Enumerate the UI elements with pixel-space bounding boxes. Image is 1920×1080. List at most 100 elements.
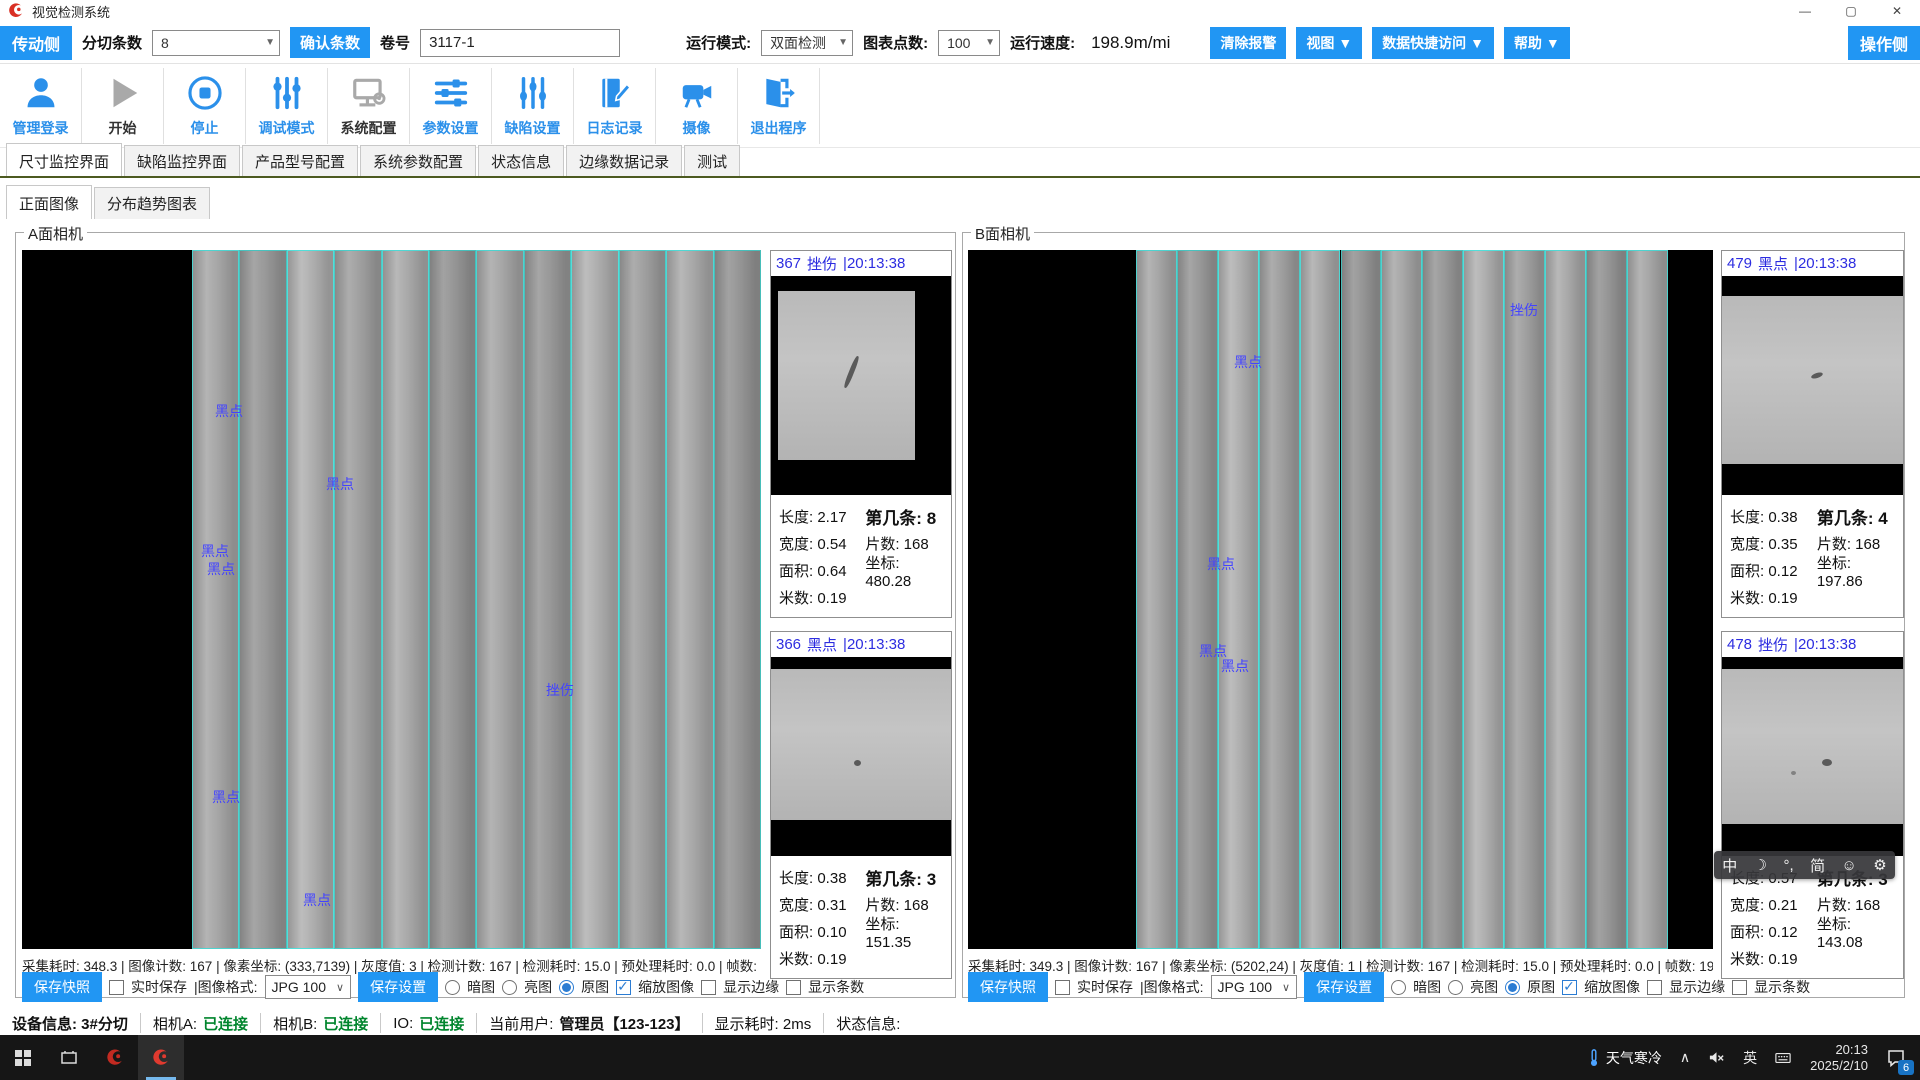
defect-thumbnail: [1722, 276, 1903, 495]
minimize-button[interactable]: —: [1782, 0, 1828, 22]
ribbon-toolbar: 管理登录 开始 停止 调试模式 系统配置 参数设置 缺陷设置 日志记录: [0, 64, 1920, 148]
admin-login-button[interactable]: 管理登录: [0, 68, 82, 144]
defect-header: 367 挫伤 |20:13:38: [771, 251, 951, 276]
defect-card[interactable]: 479 黑点 |20:13:38 长度: 0.38 第几条: 4 宽度: 0.3…: [1721, 250, 1904, 618]
defect-card[interactable]: 478 挫伤 |20:13:38 长度: 0.57 第几条: 3 宽度: 0.2…: [1721, 631, 1904, 979]
save-settings-button[interactable]: 保存设置: [1304, 972, 1384, 1002]
defect-card[interactable]: 366 黑点 |20:13:38 长度: 0.38 第几条: 3 宽度: 0.3…: [770, 631, 952, 979]
camera-a-conn-status: 已连接: [203, 1013, 248, 1034]
defect-id: 366: [776, 636, 801, 653]
tab-product-model-config[interactable]: 产品型号配置: [242, 145, 358, 177]
image-format-label: |图像格式:: [1140, 977, 1204, 997]
io-conn-label: IO:: [393, 1015, 413, 1032]
roll-number-input[interactable]: [420, 29, 620, 57]
realtime-save-checkbox[interactable]: [109, 980, 124, 995]
defect-card[interactable]: 367 挫伤 |20:13:38 长度: 2.17 第几条: 8 宽度: 0.5…: [770, 250, 952, 618]
chevron-down-icon: ∨: [336, 981, 344, 994]
original-image-radio[interactable]: [1505, 980, 1520, 995]
chart-points-select[interactable]: 100▼: [938, 30, 1000, 56]
running-app-button[interactable]: [138, 1035, 184, 1080]
tab-system-param-config[interactable]: 系统参数配置: [360, 145, 476, 177]
clock-date: 2025/2/10: [1810, 1058, 1868, 1074]
realtime-save-checkbox[interactable]: [1055, 980, 1070, 995]
dark-image-radio[interactable]: [445, 980, 460, 995]
bright-image-radio[interactable]: [1448, 980, 1463, 995]
clock-widget[interactable]: 20:13 2025/2/10: [1802, 1042, 1876, 1074]
help-menu-button[interactable]: 帮助 ▼: [1504, 27, 1570, 59]
weather-widget[interactable]: 天气寒冷: [1580, 1035, 1669, 1080]
show-edges-checkbox[interactable]: [1647, 980, 1662, 995]
defect-settings-button[interactable]: 缺陷设置: [492, 68, 574, 144]
tab-trend-chart[interactable]: 分布趋势图表: [94, 187, 210, 219]
defect-header: 366 黑点 |20:13:38: [771, 632, 951, 657]
film-strip: [1300, 250, 1341, 949]
pinned-app-button[interactable]: [92, 1035, 138, 1080]
tab-status-info[interactable]: 状态信息: [478, 145, 564, 177]
save-settings-button[interactable]: 保存设置: [358, 972, 438, 1002]
dark-image-radio[interactable]: [1391, 980, 1406, 995]
ime-settings-icon[interactable]: ⚙: [1873, 856, 1886, 874]
film-strip: [619, 250, 666, 949]
show-strip-count-checkbox[interactable]: [1732, 980, 1747, 995]
original-image-radio[interactable]: [559, 980, 574, 995]
zoom-image-checkbox[interactable]: [616, 980, 631, 995]
camera-a-conn-label: 相机A:: [153, 1013, 197, 1034]
tab-front-image[interactable]: 正面图像: [6, 185, 92, 219]
original-image-label: 原图: [1527, 977, 1555, 997]
chevron-down-icon: ∨: [1282, 981, 1290, 994]
show-strip-count-checkbox[interactable]: [786, 980, 801, 995]
camera-a-image[interactable]: 黑点黑点黑点黑点挫伤黑点黑点: [22, 250, 761, 949]
run-mode-select[interactable]: 双面检测▼: [761, 30, 853, 56]
start-button[interactable]: [0, 1035, 46, 1080]
zoom-image-checkbox[interactable]: [1562, 980, 1577, 995]
drive-side-button[interactable]: 传动侧: [0, 26, 72, 60]
touch-keyboard-button[interactable]: [1768, 1035, 1798, 1080]
close-button[interactable]: ✕: [1874, 0, 1920, 22]
confirm-count-button[interactable]: 确认条数: [290, 27, 370, 58]
save-snapshot-button[interactable]: 保存快照: [968, 972, 1048, 1002]
defect-type: 挫伤: [1758, 634, 1788, 655]
volume-muted-button[interactable]: [1701, 1035, 1732, 1080]
stop-button[interactable]: 停止: [164, 68, 246, 144]
task-view-button[interactable]: [46, 1035, 92, 1080]
input-language-button[interactable]: 英: [1736, 1035, 1764, 1080]
clear-alarm-button[interactable]: 清除报警: [1210, 27, 1286, 59]
notification-center-button[interactable]: 6: [1880, 1035, 1916, 1080]
ime-lang-toggle[interactable]: 中: [1722, 855, 1737, 876]
camera-b-image[interactable]: 挫伤黑点黑点黑点黑点: [968, 250, 1713, 949]
system-config-button[interactable]: 系统配置: [328, 68, 410, 144]
chart-points-label: 图表点数:: [863, 32, 928, 53]
tab-test[interactable]: 测试: [684, 145, 740, 177]
tab-edge-data-record[interactable]: 边缘数据记录: [566, 145, 682, 177]
log-record-button[interactable]: 日志记录: [574, 68, 656, 144]
bright-image-radio[interactable]: [502, 980, 517, 995]
show-edges-checkbox[interactable]: [701, 980, 716, 995]
capture-button[interactable]: 摄像: [656, 68, 738, 144]
tab-defect-monitor[interactable]: 缺陷监控界面: [124, 145, 240, 177]
image-format-select[interactable]: JPG 100∨: [1211, 975, 1298, 999]
debug-mode-button[interactable]: 调试模式: [246, 68, 328, 144]
defect-stats: 长度: 2.17 第几条: 8 宽度: 0.54 片数: 168 面积: 0.6…: [771, 495, 951, 617]
ime-emoji-icon[interactable]: ☺: [1842, 857, 1857, 874]
image-format-select[interactable]: JPG 100∨: [265, 975, 352, 999]
param-settings-button[interactable]: 参数设置: [410, 68, 492, 144]
film-strip: [1177, 250, 1218, 949]
data-quick-access-menu-button[interactable]: 数据快捷访问 ▼: [1372, 27, 1494, 59]
main-tab-strip: 尺寸监控界面 缺陷监控界面 产品型号配置 系统参数配置 状态信息 边缘数据记录 …: [6, 148, 742, 177]
slit-count-select[interactable]: 8▼: [152, 30, 280, 56]
run-mode-value: 双面检测: [770, 33, 826, 53]
defect-time: |20:13:38: [843, 636, 905, 653]
maximize-button[interactable]: ▢: [1828, 0, 1874, 22]
start-button[interactable]: 开始: [82, 68, 164, 144]
keyboard-icon: [1775, 1050, 1791, 1066]
operator-side-button[interactable]: 操作侧: [1848, 26, 1920, 60]
tab-size-monitor[interactable]: 尺寸监控界面: [6, 143, 122, 177]
exit-program-button[interactable]: 退出程序: [738, 68, 820, 144]
tray-expand-button[interactable]: ∧: [1673, 1035, 1697, 1080]
save-snapshot-button[interactable]: 保存快照: [22, 972, 102, 1002]
ime-simplified-toggle[interactable]: 简: [1810, 855, 1825, 876]
defect-marker-label: 黑点: [1207, 554, 1235, 574]
ime-halfwidth-icon[interactable]: ☽: [1754, 856, 1767, 874]
ime-punctuation-toggle[interactable]: °,: [1784, 857, 1794, 874]
view-menu-button[interactable]: 视图 ▼: [1296, 27, 1362, 59]
